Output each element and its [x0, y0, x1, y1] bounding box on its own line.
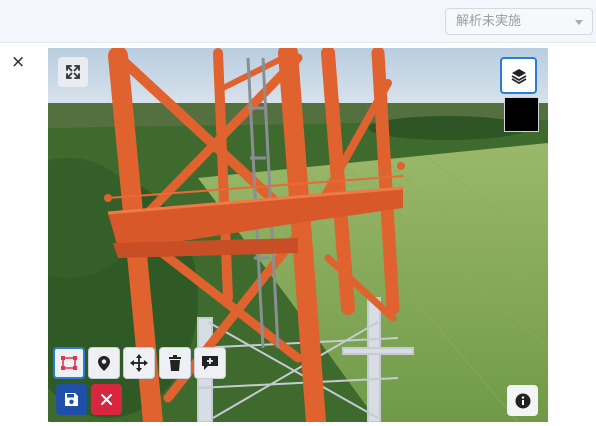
analysis-status-value: 解析未実施 — [456, 14, 522, 29]
cancel-button[interactable] — [91, 384, 122, 415]
layer-preview[interactable] — [504, 97, 539, 132]
analysis-status-select[interactable]: 解析未実施 — [445, 8, 593, 35]
image-viewer[interactable] — [48, 48, 548, 422]
save-button[interactable] — [56, 384, 87, 415]
map-pin-icon — [98, 355, 110, 371]
expand-arrows-icon — [66, 65, 80, 79]
delete-tool[interactable] — [159, 347, 191, 379]
move-arrows-icon — [130, 354, 148, 372]
trash-icon — [169, 355, 181, 371]
polygon-select-icon — [61, 356, 77, 370]
comment-add-icon — [202, 356, 218, 370]
info-button[interactable] — [507, 385, 538, 416]
x-icon — [101, 394, 112, 405]
add-comment-tool[interactable] — [194, 347, 226, 379]
info-icon — [515, 393, 530, 408]
floppy-disk-icon — [65, 393, 78, 406]
fullscreen-button[interactable] — [58, 57, 88, 87]
polygon-select-tool[interactable] — [53, 347, 85, 379]
move-tool[interactable] — [123, 347, 155, 379]
chevron-down-icon — [575, 20, 583, 25]
layers-button[interactable] — [500, 57, 537, 94]
close-button[interactable]: × — [11, 53, 25, 71]
pin-tool[interactable] — [88, 347, 120, 379]
top-bar: 解析未実施 — [0, 0, 596, 43]
layers-icon — [511, 68, 526, 84]
